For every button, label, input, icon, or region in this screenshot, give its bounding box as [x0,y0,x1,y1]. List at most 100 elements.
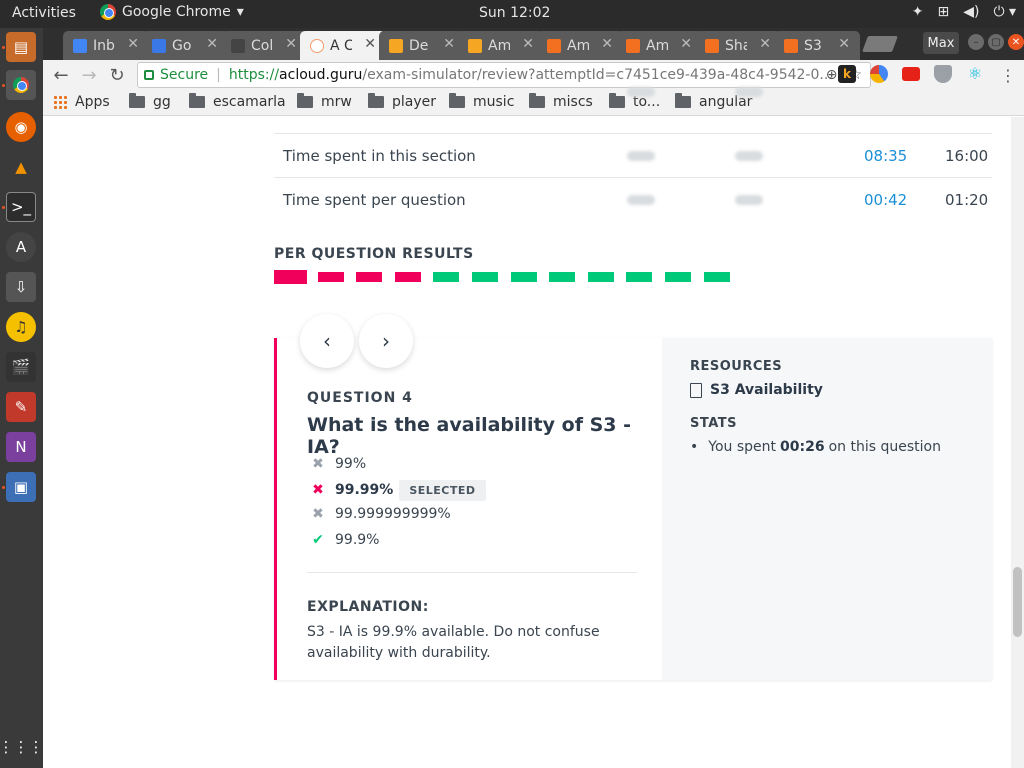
forward-icon[interactable]: → [77,63,101,87]
answer-option-correct: ✔ 99.9% [311,530,379,550]
vlc-icon[interactable]: ▲ [6,152,36,182]
app-menu[interactable]: Google Chrome ▾ [100,4,244,20]
tab-label: Go [172,37,192,54]
question-result-right[interactable] [549,272,576,282]
question-result-right[interactable] [626,272,653,282]
tab[interactable]: Am ✕ [537,31,623,60]
menu-icon[interactable]: ⋮ [996,63,1020,87]
bookmark-label: gg [153,94,171,110]
files-icon[interactable]: ▤ [6,32,36,62]
reload-icon[interactable]: ↻ [105,63,129,87]
lock-icon [144,70,154,80]
folder-icon [189,93,205,108]
software-icon[interactable]: A [6,232,36,262]
audio-icon[interactable]: ♫ [6,312,36,342]
tab[interactable]: Inb ✕ [63,31,149,60]
tab[interactable]: S3 I ✕ [774,31,860,60]
window-controls: – ▢ ✕ [968,34,1024,50]
next-question-button[interactable]: › [359,314,413,368]
screen: Activities Google Chrome ▾ Sun 12:02 ✦ ⊞… [0,0,1024,768]
close-icon[interactable]: ✕ [680,36,692,52]
bookmark-apps[interactable]: Apps [53,94,110,110]
youtube-extension-icon[interactable] [902,67,920,81]
activities-button[interactable]: Activities [12,5,76,21]
cross-icon: ✖ [312,482,324,498]
tab[interactable]: Am ✕ [458,31,544,60]
scrollbar-thumb[interactable] [1013,567,1022,637]
tab[interactable]: Go ✕ [142,31,228,60]
question-result-right[interactable] [665,272,691,282]
power-icon[interactable]: ⏻ ▾ [993,4,1016,20]
resource-link-label: S3 Availability [710,382,823,398]
back-icon[interactable]: ← [49,63,73,87]
answer-text: 99% [335,456,367,472]
close-icon[interactable]: ✕ [838,36,850,52]
page-scrollbar[interactable] [1011,117,1024,768]
question-result-right[interactable] [433,272,460,282]
image-viewer-icon[interactable]: ▣ [6,472,36,502]
video-editor-icon[interactable]: 🎬 [6,352,36,382]
clock[interactable]: Sun 12:02 [479,5,550,21]
close-icon[interactable]: ✕ [206,36,218,52]
settings-tools-icon[interactable]: ✎ [6,392,36,422]
close-icon[interactable]: ✕ [285,36,297,52]
close-window-icon[interactable]: ✕ [1008,34,1024,50]
chrome-icon [100,4,116,20]
question-result-right[interactable] [510,272,537,282]
installer-icon[interactable]: ⇩ [6,272,36,302]
question-result-right[interactable] [587,272,614,282]
close-icon[interactable]: ✕ [127,36,139,52]
chrome-launcher-icon[interactable] [6,70,36,100]
tab-active[interactable]: A C ✕ [300,31,386,60]
react-extension-icon[interactable]: ⚛ [966,65,984,83]
keep-extension-icon[interactable]: k [838,65,856,83]
close-icon[interactable]: ✕ [601,36,613,52]
question-result-wrong[interactable] [394,272,421,282]
question-result-wrong[interactable] [356,272,383,282]
tab-strip: Inb ✕ Go ✕ Col ✕ A C ✕ De ✕ Am ✕ Am ✕ Am… [43,28,1024,60]
folder-icon [129,93,145,108]
dropbox-icon[interactable]: ✦ [912,4,924,20]
tab-label: Am [646,37,668,54]
close-icon[interactable]: ✕ [443,36,455,52]
new-tab-button[interactable] [862,36,898,52]
bookmark-folder[interactable]: escamarla [189,93,286,110]
resource-link[interactable]: S3 Availability [690,382,823,398]
url-path: /exam-simulator/review?attemptId=c7451ce… [362,67,833,83]
show-apps-icon[interactable]: ⋮⋮⋮ [0,732,44,762]
tab[interactable]: Sha ✕ [695,31,781,60]
pie-extension-icon[interactable] [870,65,888,83]
tab[interactable]: Am ✕ [616,31,702,60]
tab[interactable]: Col ✕ [221,31,307,60]
terminal-icon[interactable]: >_ [6,192,36,222]
stats-label: Time spent per question [283,191,466,209]
tab[interactable]: De ✕ [379,31,465,60]
question-result-right[interactable] [703,272,730,282]
question-result-wrong[interactable] [274,270,307,284]
network-icon[interactable]: ⊞ [937,4,949,20]
close-icon[interactable]: ✕ [364,36,376,52]
inkscape-icon[interactable]: N [6,432,36,462]
shield-extension-icon[interactable] [934,65,952,83]
minimize-icon[interactable]: – [968,34,984,50]
previous-question-button[interactable]: ‹ [300,314,354,368]
restore-icon[interactable]: ▢ [988,34,1004,50]
close-icon[interactable]: ✕ [759,36,771,52]
firefox-icon[interactable]: ◉ [6,112,36,142]
address-bar[interactable]: Secure | https:// acloud.guru /exam-simu… [137,62,871,88]
bookmark-folder[interactable]: gg [129,93,171,110]
window-max-label[interactable]: Max [923,32,959,54]
tab-label: Am [567,37,589,54]
running-indicator [2,486,5,489]
question-result-wrong[interactable] [317,272,344,282]
zoom-icon[interactable]: ⊕ [826,67,838,83]
tab-favicon-icon [468,38,482,53]
system-tray: ✦ ⊞ ◀) ⏻ ▾ [912,4,1016,20]
volume-icon[interactable]: ◀) [963,4,979,20]
tab-label: Col [251,37,273,54]
answer-option-selected: ✖ 99.99% SELECTED [311,479,486,501]
stats-title: STATS [690,416,738,431]
question-result-right[interactable] [472,272,498,282]
close-icon[interactable]: ✕ [522,36,534,52]
hidden-value [627,151,655,161]
